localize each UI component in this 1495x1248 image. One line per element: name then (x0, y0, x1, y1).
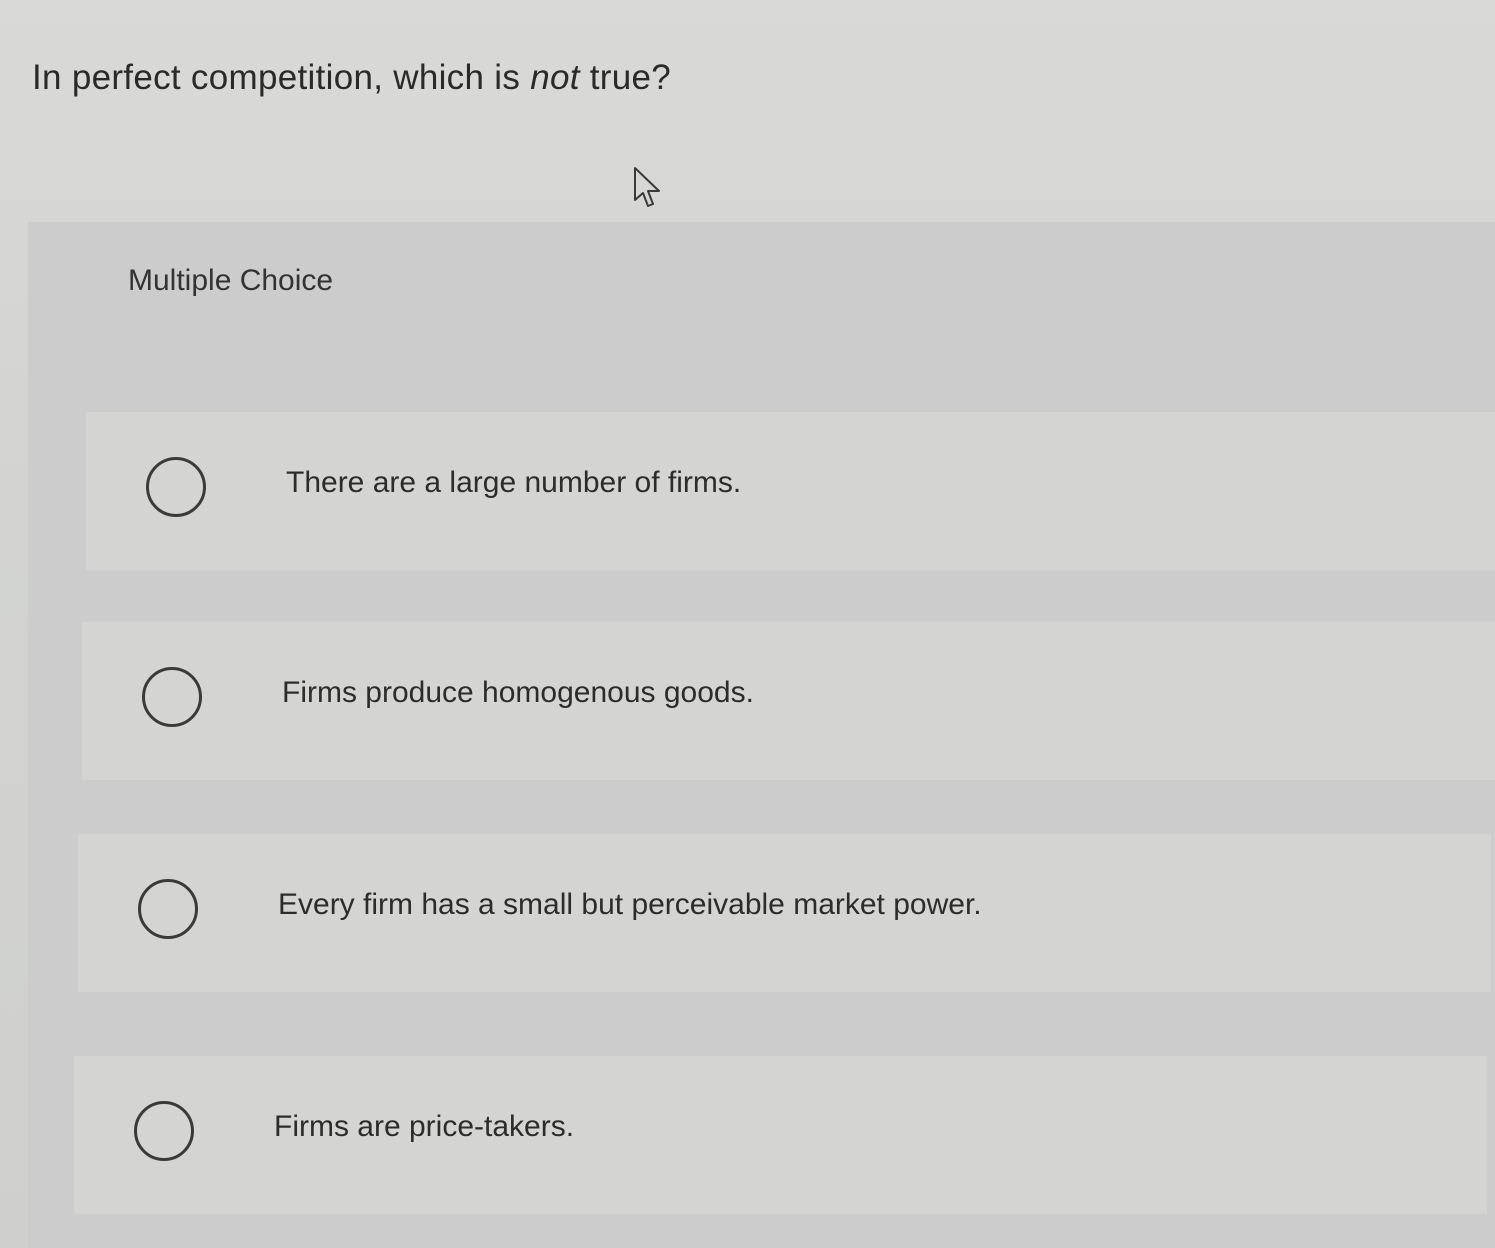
answer-option[interactable]: Firms produce homogenous goods. (82, 622, 1495, 780)
question-text: In perfect competition, which is not tru… (32, 58, 671, 98)
question-suffix: true? (579, 58, 672, 97)
question-prefix: In perfect competition, which is (32, 58, 531, 97)
radio-circle-icon[interactable] (142, 667, 202, 727)
answer-option[interactable]: There are a large number of firms. (86, 412, 1495, 570)
radio-circle-icon[interactable] (146, 457, 206, 517)
mouse-pointer-icon (634, 167, 660, 207)
radio-circle-icon[interactable] (138, 879, 198, 939)
radio-circle-icon[interactable] (134, 1101, 194, 1161)
answer-option-label: There are a large number of firms. (286, 466, 742, 499)
section-label: Multiple Choice (128, 264, 334, 297)
answer-option-label: Firms produce homogenous goods. (282, 676, 754, 709)
question-emphasis: not (530, 58, 580, 97)
answer-option[interactable]: Firms are price-takers. (74, 1056, 1487, 1214)
answer-option-label: Firms are price-takers. (274, 1110, 575, 1143)
answer-option[interactable]: Every firm has a small but perceivable m… (78, 834, 1491, 992)
answer-option-label: Every firm has a small but perceivable m… (278, 888, 982, 921)
